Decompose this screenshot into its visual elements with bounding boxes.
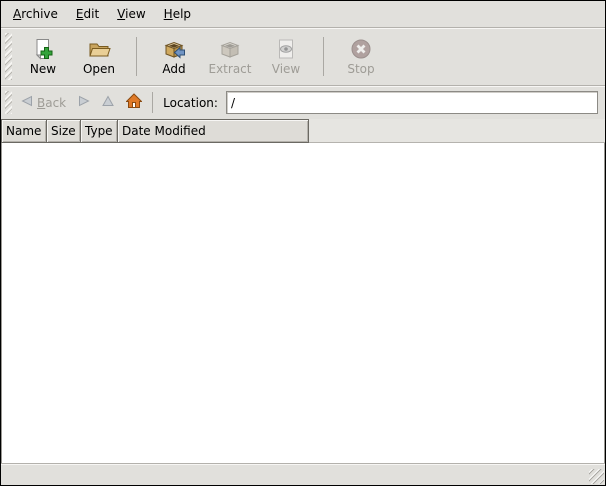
new-button[interactable]: New <box>15 30 71 83</box>
new-archive-icon <box>31 37 55 61</box>
column-header-size[interactable]: Size <box>46 119 81 143</box>
location-separator <box>152 92 153 113</box>
main-toolbar: New Open Add <box>1 28 605 86</box>
menu-bar: Archive Edit View Help <box>1 1 605 28</box>
stop-icon <box>349 37 373 61</box>
open-archive-icon <box>87 37 111 61</box>
toolbar-label-new: New <box>30 62 56 76</box>
add-files-icon <box>162 37 186 61</box>
column-header-type[interactable]: Type <box>80 119 118 143</box>
archive-manager-window: Archive Edit View Help New <box>0 0 606 486</box>
resize-grip-icon[interactable] <box>589 469 604 484</box>
menu-item-view[interactable]: View <box>108 2 154 26</box>
home-button[interactable] <box>120 90 148 115</box>
back-arrow-icon <box>21 95 33 110</box>
file-list-header: Name Size Type Date Modified <box>1 119 605 143</box>
forward-button[interactable] <box>72 92 96 113</box>
menu-item-archive[interactable]: Archive <box>4 2 67 26</box>
extract-icon <box>218 37 242 61</box>
file-list[interactable] <box>1 143 605 463</box>
column-header-date-modified[interactable]: Date Modified <box>117 119 309 143</box>
back-button-label: Back <box>37 96 66 110</box>
up-button[interactable] <box>96 92 120 113</box>
up-arrow-icon <box>102 95 114 110</box>
toolbar-label-stop: Stop <box>347 62 374 76</box>
view-file-icon <box>274 37 298 61</box>
toolbar-grip[interactable] <box>5 33 12 80</box>
column-header-filler <box>309 119 605 143</box>
toolbar-label-add: Add <box>162 62 185 76</box>
location-toolbar: Back Location: <box>1 86 605 119</box>
location-label: Location: <box>163 96 218 110</box>
view-button[interactable]: View <box>258 30 314 83</box>
toolbar-label-view: View <box>272 62 300 76</box>
back-button[interactable]: Back <box>15 92 72 113</box>
location-toolbar-grip[interactable] <box>5 91 12 114</box>
column-header-name[interactable]: Name <box>1 119 47 143</box>
toolbar-separator <box>323 37 324 76</box>
location-input[interactable] <box>226 91 598 114</box>
home-icon <box>126 93 142 112</box>
add-button[interactable]: Add <box>146 30 202 83</box>
status-bar <box>1 463 605 485</box>
toolbar-label-open: Open <box>83 62 115 76</box>
forward-arrow-icon <box>78 95 90 110</box>
toolbar-separator <box>136 37 137 76</box>
toolbar-label-extract: Extract <box>209 62 252 76</box>
menu-item-help[interactable]: Help <box>155 2 200 26</box>
extract-button[interactable]: Extract <box>202 30 258 83</box>
menu-item-edit[interactable]: Edit <box>67 2 108 26</box>
stop-button[interactable]: Stop <box>333 30 389 83</box>
open-button[interactable]: Open <box>71 30 127 83</box>
